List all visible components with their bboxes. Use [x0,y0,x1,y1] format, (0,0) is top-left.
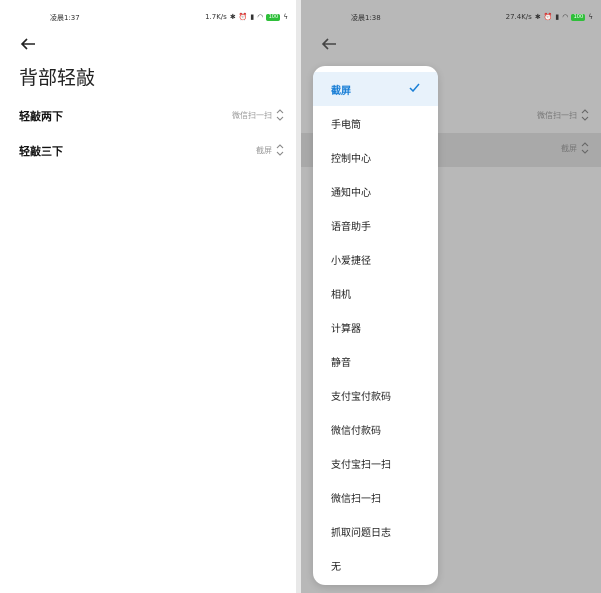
triple-tap-label: 轻敲三下 [19,145,63,158]
triple-tap-row[interactable]: 轻敲三下 截屏 [0,135,296,169]
dropdown-option[interactable]: 支付宝扫一扫 [313,446,438,480]
option-label: 控制中心 [331,154,371,165]
left-screen: 凌晨1:37 1.7K/s ✱ ⏰ ▮ ◠ 100 ϟ 背部轻敲 轻敲两下 微信… [0,0,296,593]
dropdown-option[interactable]: 微信付款码 [313,412,438,446]
dropdown-option[interactable]: 小爱捷径 [313,242,438,276]
updown-chevron-icon [276,144,284,156]
option-label: 截屏 [331,86,351,97]
status-bar: 凌晨1:37 1.7K/s ✱ ⏰ ▮ ◠ 100 ϟ [0,10,296,26]
triple-tap-value: 截屏 [561,144,577,153]
page-title: 背部轻敲 [19,67,96,89]
updown-chevron-icon [581,109,589,121]
status-right: 27.4K/s ✱ ⏰ ▮ ◠ 100 ϟ [506,13,593,21]
dropdown-option[interactable]: 相机 [313,276,438,310]
check-icon [409,83,420,93]
option-label: 相机 [331,290,351,301]
back-arrow-icon[interactable] [320,35,338,53]
alarm-icon: ⏰ [543,13,553,21]
dropdown-option[interactable]: 截屏 [313,72,438,106]
charging-icon: ϟ [588,13,593,21]
double-tap-value: 微信扫一扫 [232,111,272,120]
status-time: 凌晨1:37 [50,14,80,22]
double-tap-value: 微信扫一扫 [537,111,577,120]
wifi-icon: ◠ [257,13,264,21]
updown-chevron-icon [276,109,284,121]
option-label: 抓取问题日志 [331,528,391,539]
dropdown-option[interactable]: 无 [313,548,438,582]
option-label: 手电筒 [331,120,361,131]
right-screen: 凌晨1:38 27.4K/s ✱ ⏰ ▮ ◠ 100 ϟ 微信扫一扫 截屏 截屏 [301,0,601,593]
option-label: 通知中心 [331,188,371,199]
option-label: 微信付款码 [331,426,381,437]
battery-icon: 100 [266,13,281,21]
option-label: 语音助手 [331,222,371,233]
charging-icon: ϟ [283,13,288,21]
dropdown-option[interactable]: 控制中心 [313,140,438,174]
bluetooth-icon: ✱ [229,13,236,21]
option-label: 支付宝扫一扫 [331,460,391,471]
option-label: 无 [331,562,341,573]
dropdown-option[interactable]: 抓取问题日志 [313,514,438,548]
dropdown-option[interactable]: 通知中心 [313,174,438,208]
status-time: 凌晨1:38 [351,14,381,22]
status-bar: 凌晨1:38 27.4K/s ✱ ⏰ ▮ ◠ 100 ϟ [301,10,601,26]
bluetooth-icon: ✱ [534,13,541,21]
triple-tap-value: 截屏 [256,146,272,155]
double-tap-label: 轻敲两下 [19,110,63,123]
dropdown-option[interactable]: 手电筒 [313,106,438,140]
back-arrow-icon[interactable] [19,35,37,53]
double-tap-row[interactable]: 轻敲两下 微信扫一扫 [0,100,296,134]
status-right: 1.7K/s ✱ ⏰ ▮ ◠ 100 ϟ [205,13,288,21]
dropdown-option[interactable]: 计算器 [313,310,438,344]
dropdown-option[interactable]: 微信扫一扫 [313,480,438,514]
option-label: 小爱捷径 [331,256,371,267]
network-speed: 27.4K/s [505,13,532,21]
option-label: 支付宝付款码 [331,392,391,403]
alarm-icon: ⏰ [238,13,248,21]
battery-icon: 100 [571,13,586,21]
dropdown-option[interactable]: 支付宝付款码 [313,378,438,412]
network-speed: 1.7K/s [205,13,227,21]
signal-icon: ▮ [250,13,255,21]
dropdown-option[interactable]: 语音助手 [313,208,438,242]
signal-icon: ▮ [555,13,560,21]
wifi-icon: ◠ [562,13,569,21]
dropdown-option[interactable]: 静音 [313,344,438,378]
option-label: 静音 [331,358,351,369]
option-label: 微信扫一扫 [331,494,381,505]
updown-chevron-icon [581,142,589,154]
option-label: 计算器 [331,324,361,335]
action-dropdown-menu: 截屏 手电筒 控制中心 通知中心 语音助手 小爱捷径 相机 计算器 静音 支付宝… [313,66,438,585]
